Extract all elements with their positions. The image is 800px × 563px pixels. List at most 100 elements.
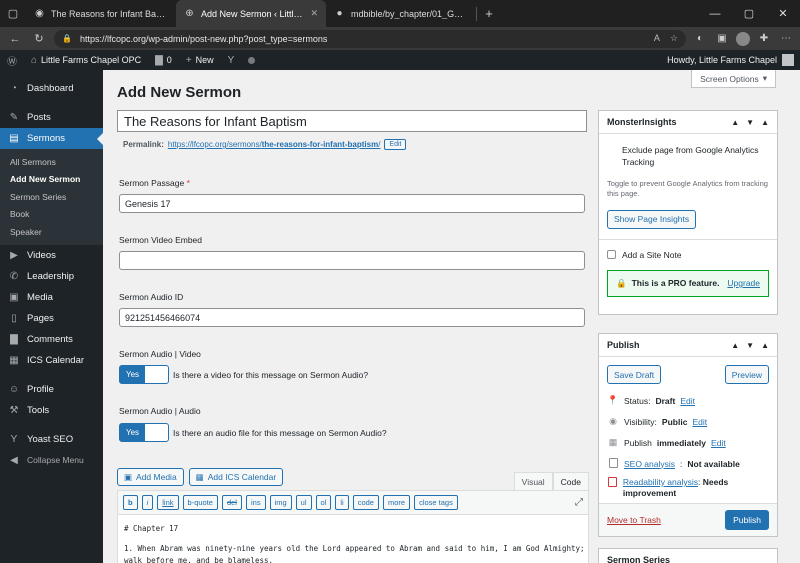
tab-visual[interactable]: Visual [513,472,553,490]
qt-li-button[interactable]: li [335,495,349,510]
show-page-insights-button[interactable]: Show Page Insights [607,209,697,229]
sermon-video-embed-input[interactable] [119,251,585,270]
close-window-icon[interactable]: ✕ [766,0,800,27]
site-note-checkbox[interactable] [607,250,616,260]
monsterinsights-header: MonsterInsights ▲ ▼ ▲ [599,111,777,134]
permalink-link[interactable]: https://lfcopc.org/sermons/the-reasons-f… [168,140,381,149]
qt-ul-button[interactable]: ul [295,495,312,510]
back-icon[interactable]: ← [6,33,24,45]
permalink-edit-button[interactable]: Edit [384,139,407,150]
browser-tab-3[interactable]: ● mdbible/by_chapter/01_Genesis/ [326,0,476,27]
account-menu[interactable]: Howdy, Little Farms Chapel [667,54,800,66]
qt-ol-button[interactable]: ol [315,495,332,510]
read-aloud-icon[interactable]: A [654,33,660,44]
qt-code-button[interactable]: code [352,495,379,510]
readability-analysis-link[interactable]: Readability analysis [623,477,698,487]
add-media-button[interactable]: ▣ Add Media [117,468,184,486]
qt-bold-button[interactable]: b [123,495,138,510]
upgrade-link[interactable]: Upgrade [727,278,760,288]
extension-icon[interactable]: ◐ [692,33,708,44]
row-value: immediately [656,437,707,448]
new-content-link[interactable]: + New [179,50,221,70]
sermon-passage-input[interactable]: Genesis 17 [119,194,585,213]
profile-avatar[interactable] [736,31,750,46]
wp-logo[interactable]: Ⓦ [0,50,24,70]
exclude-tracking-checkbox[interactable] [607,145,616,154]
move-to-trash-link[interactable]: Move to Trash [607,515,661,525]
menu-label: Media [27,291,53,303]
new-tab-icon[interactable]: + [477,0,501,27]
qt-close-tags-button[interactable]: close tags [414,495,458,510]
post-title-input[interactable]: The Reasons for Infant Baptism [117,110,587,132]
menu-comments[interactable]: ▇ Comments [0,329,103,350]
move-up-icon[interactable]: ▲ [731,118,739,127]
menu-pages[interactable]: ▯ Pages [0,308,103,329]
menu-leadership[interactable]: ✆ Leadership [0,266,103,287]
favorite-star-icon[interactable]: ☆ [670,33,678,44]
qt-more-button[interactable]: more [382,495,411,510]
lock-icon[interactable]: 🔒 [62,34,72,43]
toggle-panel-icon[interactable]: ▲ [761,118,769,127]
browser-tab-1[interactable]: ◉ The Reasons for Infant Baptism | L [26,0,176,27]
sermon-audio-id-input[interactable]: 921251456466074 [119,308,585,327]
visibility-row: ◉ Visibility: Public Edit [607,411,769,432]
menu-media[interactable]: ▣ Media [0,287,103,308]
site-name-link[interactable]: ⌂ Little Farms Chapel OPC [24,50,148,70]
qt-img-button[interactable]: img [269,495,292,510]
edit-status-link[interactable]: Edit [680,396,695,406]
menu-tools[interactable]: ⚒ Tools [0,400,103,421]
add-ics-calendar-button[interactable]: ▦ Add ICS Calendar [188,468,284,486]
toggle-panel-icon[interactable]: ▲ [761,341,769,350]
url-field[interactable]: 🔒 https://lfcopc.org/wp-admin/post-new.p… [54,29,686,48]
tab-code[interactable]: Code [552,472,589,490]
preview-button[interactable]: Preview [724,365,769,384]
save-draft-button[interactable]: Save Draft [607,365,662,384]
qt-blockquote-button[interactable]: b-quote [182,495,218,510]
menu-profile[interactable]: ☺ Profile [0,379,103,400]
maximize-icon[interactable]: ▢ [732,0,766,27]
seo-analysis-link[interactable]: SEO analysis [624,459,675,469]
menu-posts[interactable]: ✎ Posts [0,107,103,128]
audio-audio-description: Is there an audio file for this message … [173,428,387,438]
edit-date-link[interactable]: Edit [711,438,726,448]
menu-yoast-seo[interactable]: Y Yoast SEO [0,429,103,450]
submenu-sermon-series[interactable]: Sermon Series [0,188,103,206]
yoast-adminbar-link[interactable]: Y [221,50,242,70]
move-down-icon[interactable]: ▼ [746,341,754,350]
publish-button[interactable]: Publish [725,510,769,530]
editor-line: # Chapter 17 [124,524,179,533]
submenu-book[interactable]: Book [0,206,103,224]
tab-groups-icon[interactable]: ▣ [714,33,730,44]
close-tab-icon[interactable]: ✕ [310,8,318,19]
menu-videos[interactable]: ▶ Videos [0,245,103,266]
browser-tab-2[interactable]: ⊕ Add New Sermon ‹ Little Farms C ✕ [176,0,326,27]
audio-audio-toggle[interactable]: Yes [119,423,169,442]
minimize-icon[interactable]: — [698,0,732,27]
move-up-icon[interactable]: ▲ [731,341,739,350]
comments-link[interactable]: ▇ 0 [148,50,179,70]
qt-del-button[interactable]: del [221,495,242,510]
screen-options-button[interactable]: Screen Options ▾ [691,70,776,88]
more-menu-icon[interactable]: ⋯ [778,33,794,44]
move-down-icon[interactable]: ▼ [746,118,754,127]
submenu-speaker[interactable]: Speaker [0,223,103,241]
menu-sermons[interactable]: ▤ Sermons [0,128,103,149]
submenu-add-new-sermon[interactable]: Add New Sermon [0,171,103,189]
collapse-menu-button[interactable]: ◀ Collapse Menu [0,450,103,471]
edit-visibility-link[interactable]: Edit [692,417,707,427]
qt-link-button[interactable]: link [157,495,179,510]
publish-actions: Move to Trash Publish [599,503,777,536]
menu-dashboard[interactable]: ◔ Dashboard [0,78,103,99]
editor-textarea[interactable]: # Chapter 17 1. When Abram was ninety-ni… [117,515,589,563]
qt-ins-button[interactable]: ins [245,495,266,510]
extensions-puzzle-icon[interactable]: ✚ [756,33,772,44]
tab-actions-icon[interactable]: ▢ [0,0,26,27]
qt-italic-button[interactable]: i [141,495,154,510]
refresh-icon[interactable]: ↻ [30,32,48,45]
fullscreen-icon[interactable]: ⤢ [575,497,583,508]
audio-video-toggle[interactable]: Yes [119,365,169,384]
pro-feature-notice: 🔒 This is a PRO feature. Upgrade [607,269,769,297]
media-icon: ▣ [9,291,19,303]
submenu-all-sermons[interactable]: All Sermons [0,153,103,171]
menu-ics-calendar[interactable]: ▦ ICS Calendar [0,350,103,371]
